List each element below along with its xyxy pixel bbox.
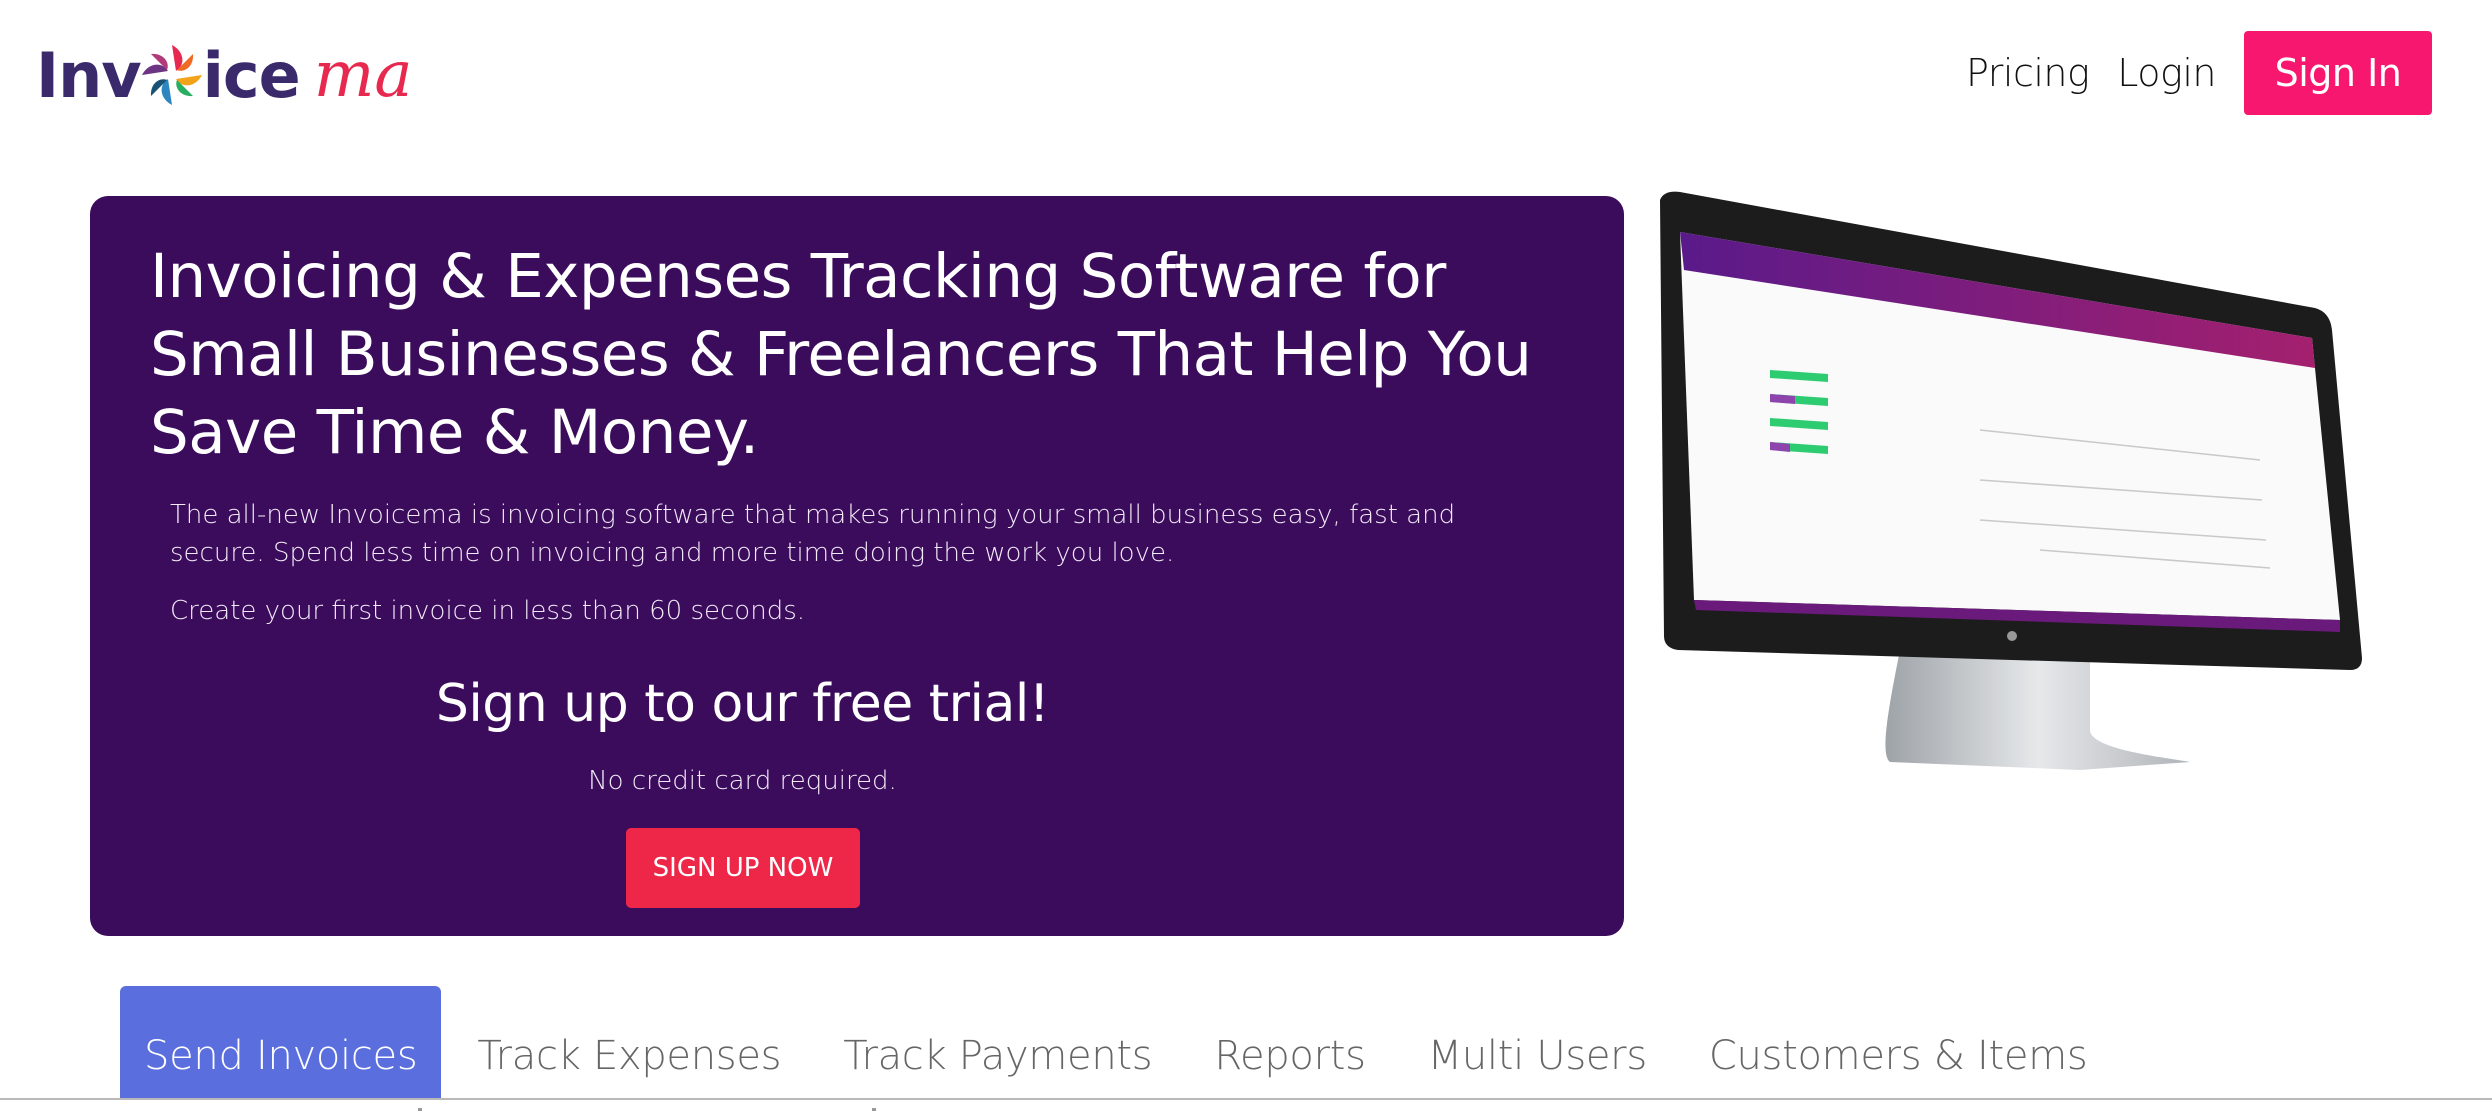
nav-pricing-link[interactable]: Pricing: [1966, 51, 2090, 95]
nav-login-link[interactable]: Login: [2117, 51, 2216, 95]
sign-in-button[interactable]: Sign In: [2244, 31, 2432, 115]
hero-title: Invoicing & Expenses Tracking Software f…: [150, 241, 1532, 468]
tabs-divider: [0, 1098, 2492, 1100]
divider-speck: [872, 1108, 876, 1111]
hero-panel: Invoicing & Expenses Tracking Software f…: [90, 196, 1624, 936]
top-nav: Pricing Login Sign In: [1966, 31, 2432, 115]
tab-customers-items[interactable]: Customers & Items: [1685, 986, 2112, 1098]
logo-text-part1: Inv: [36, 38, 142, 112]
brand-logo[interactable]: Inv ice ma: [36, 30, 413, 120]
sign-up-now-button[interactable]: SIGN UP NOW: [626, 828, 860, 908]
hero-description: The all-new Invoicema is invoicing softw…: [170, 500, 1456, 568]
divider-speck: [418, 1108, 422, 1111]
logo-text-part3: ma: [313, 38, 413, 112]
tab-send-invoices[interactable]: Send Invoices: [120, 986, 442, 1098]
tab-reports[interactable]: Reports: [1190, 986, 1389, 1098]
pinwheel-icon: [141, 45, 202, 105]
tab-multi-users[interactable]: Multi Users: [1404, 986, 1671, 1098]
feature-tabs: Send Invoices Track Expenses Track Payme…: [120, 986, 2125, 1098]
no-credit-card-note: No credit card required.: [588, 766, 897, 796]
free-trial-heading: Sign up to our free trial!: [435, 674, 1050, 734]
logo-text-part2: ice: [202, 38, 301, 112]
hero-subtitle: Create your first invoice in less than 6…: [170, 596, 806, 626]
tab-track-payments[interactable]: Track Payments: [819, 986, 1176, 1098]
tab-track-expenses[interactable]: Track Expenses: [453, 986, 805, 1098]
desktop-monitor-image: [1660, 191, 2362, 770]
